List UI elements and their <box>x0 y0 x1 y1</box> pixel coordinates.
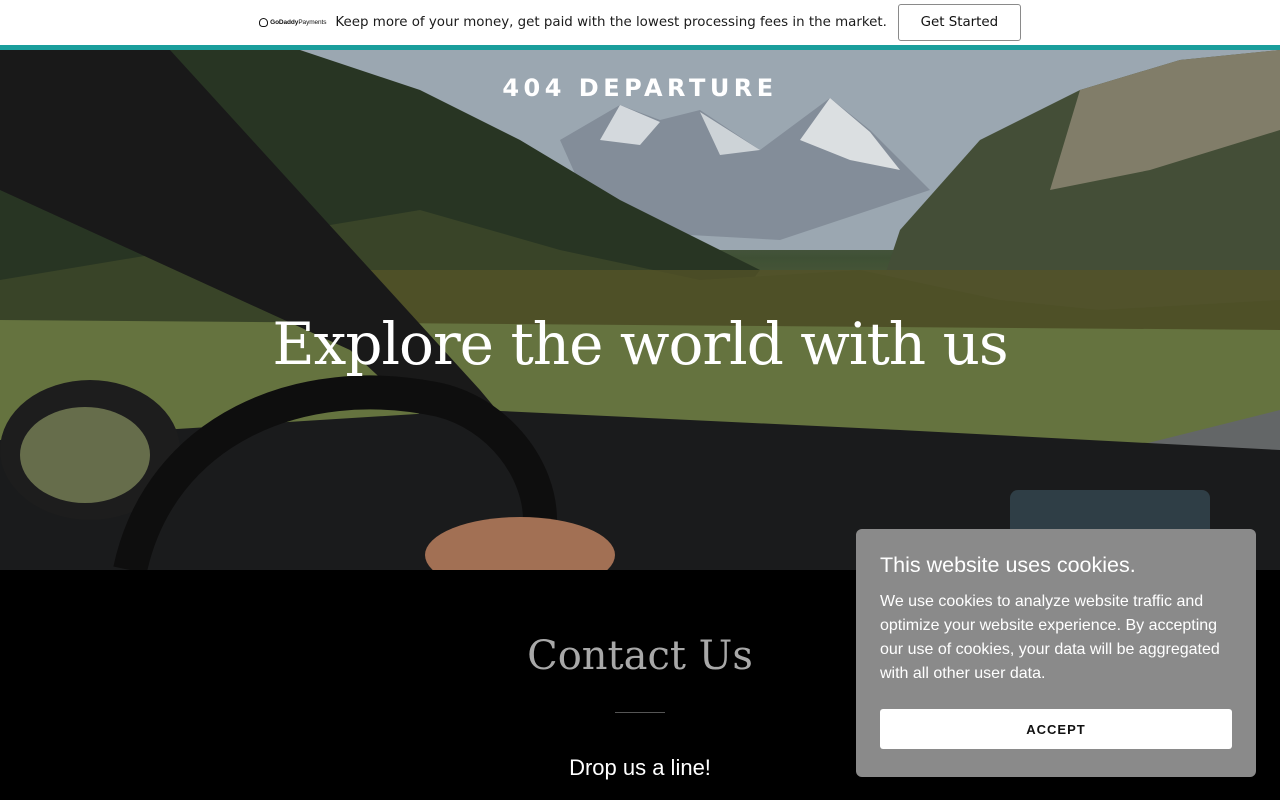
cookie-title: This website uses cookies. <box>880 553 1136 577</box>
hero-section: 404 DEPARTURE Explore the world with us <box>0 50 1280 570</box>
cookie-body: We use cookies to analyze website traffi… <box>880 593 1220 682</box>
godaddy-icon <box>259 18 269 27</box>
godaddy-payments-logo: GoDaddyPayments <box>259 18 327 27</box>
hero-title: Explore the world with us <box>272 310 1008 378</box>
logo-product: Payments <box>298 19 327 26</box>
cookie-banner: This website uses cookies. We use cookie… <box>856 529 1256 777</box>
site-brand[interactable]: 404 DEPARTURE <box>0 74 1280 102</box>
logo-brand: GoDaddy <box>270 19 299 26</box>
accept-cookies-button[interactable]: ACCEPT <box>880 709 1232 749</box>
contact-divider <box>615 712 665 713</box>
promo-banner: GoDaddyPayments Keep more of your money,… <box>0 0 1280 45</box>
promo-text: Keep more of your money, get paid with t… <box>335 15 887 30</box>
get-started-button[interactable]: Get Started <box>897 4 1021 41</box>
